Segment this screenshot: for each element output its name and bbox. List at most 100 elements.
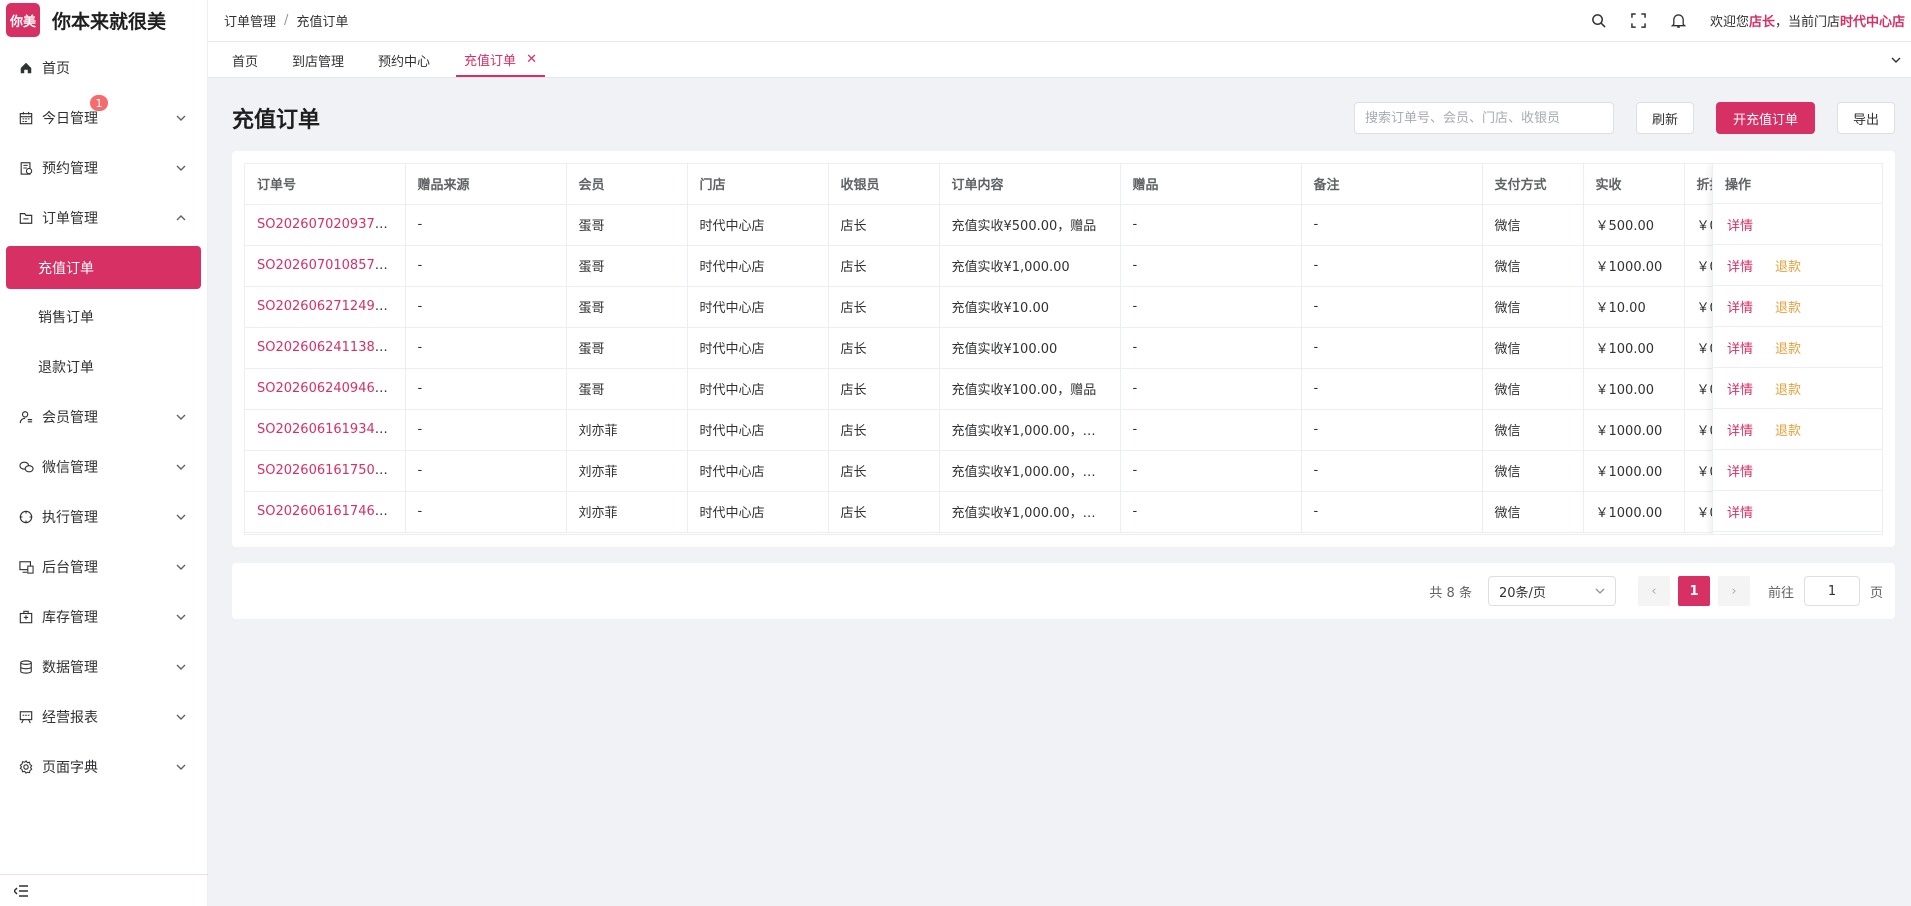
operation-cell: 详情 退款: [1713, 409, 1882, 450]
main-content: 充值订单 刷新 开充值订单 导出 订单号赠品来源会员门店收银员订单内容赠品备注支…: [208, 79, 1911, 906]
detail-link[interactable]: 详情: [1727, 461, 1753, 480]
cell-order: SO2026070209371362: [245, 204, 406, 246]
cell-gift_src: -: [405, 204, 567, 246]
detail-link[interactable]: 详情: [1727, 256, 1753, 275]
detail-link[interactable]: 详情: [1727, 297, 1753, 316]
order-number-link[interactable]: SO2026061619342078: [257, 422, 404, 437]
tabs-dropdown-button[interactable]: [1881, 43, 1911, 77]
detail-link[interactable]: 详情: [1727, 338, 1753, 357]
detail-link[interactable]: 详情: [1727, 420, 1753, 439]
breadcrumb-parent[interactable]: 订单管理: [224, 11, 276, 30]
create-recharge-order-button[interactable]: 开充值订单: [1715, 102, 1815, 134]
cell-store: 时代中心店: [687, 327, 829, 369]
goto-page-input[interactable]: [1803, 576, 1860, 606]
order-number-link[interactable]: SO2026062411384717: [257, 340, 404, 355]
sidebar-item-5[interactable]: 微信管理: [0, 442, 207, 492]
tab-2[interactable]: 预约中心: [370, 43, 438, 77]
cell-gift: -: [1120, 245, 1302, 287]
tab-3[interactable]: 充值订单 ✕: [456, 43, 545, 77]
chat-icon: [18, 459, 34, 475]
column-header-0: 订单号: [245, 164, 406, 205]
order-number-link[interactable]: SO2026062712492590: [257, 299, 404, 314]
goto-suffix: 页: [1869, 585, 1883, 601]
orders-table-card: 订单号 赠品来源 会员 门店 收银员 订单内容 赠品 备注 支付方式 实收 折扣 SO2026070…: [232, 151, 1895, 547]
sidebar-item-10[interactable]: 经营报表: [0, 692, 207, 742]
refresh-button[interactable]: 刷新: [1635, 102, 1694, 134]
sidebar-item-7[interactable]: 后台管理: [0, 542, 207, 592]
cell-cashier: 店长: [828, 491, 940, 533]
detail-link[interactable]: 详情: [1727, 379, 1753, 398]
search-icon[interactable]: [1590, 12, 1608, 30]
cell-note: -: [1301, 368, 1483, 410]
sidebar-item-9[interactable]: 数据管理: [0, 642, 207, 692]
order-number-link[interactable]: SO2026061617500494: [257, 463, 404, 478]
page-number-current[interactable]: 1: [1677, 576, 1710, 606]
column-header-4: 收银员: [828, 164, 940, 205]
sidebar-item-1[interactable]: 今日管理 1: [0, 93, 207, 143]
close-tab-icon[interactable]: ✕: [526, 52, 537, 67]
export-button[interactable]: 导出: [1836, 102, 1895, 134]
brand: 你美 你本来就很美: [0, 0, 207, 40]
sidebar-item-8[interactable]: 库存管理: [0, 592, 207, 642]
bell-icon[interactable]: [1670, 12, 1688, 30]
search-input[interactable]: [1353, 102, 1614, 134]
top-header: 订单管理 / 充值订单 欢迎您店长，当前门店时代中心店: [208, 0, 1911, 42]
order-number-link[interactable]: SO2026070108570561: [257, 258, 404, 273]
refund-link[interactable]: 退款: [1775, 297, 1801, 316]
sidebar-item-0[interactable]: 首页: [0, 43, 207, 93]
order-number-link[interactable]: SO2026070209371362: [257, 217, 404, 232]
tab-1[interactable]: 到店管理: [284, 43, 352, 77]
sidebar-subitem-1[interactable]: 销售订单: [0, 292, 207, 342]
sidebar-subitem-0[interactable]: 充值订单: [6, 246, 201, 289]
order-number-link[interactable]: SO2026061617465356: [257, 504, 404, 519]
cell-content: 充值实收¥10.00: [939, 286, 1121, 328]
sidebar-item-2[interactable]: 预约管理: [0, 143, 207, 193]
cell-note: -: [1301, 245, 1483, 287]
chevron-down-icon: [1595, 588, 1605, 594]
tab-0[interactable]: 首页: [224, 43, 266, 77]
cell-order: SO2026062712492590: [245, 286, 406, 328]
refund-link[interactable]: 退款: [1775, 420, 1801, 439]
detail-link[interactable]: 详情: [1727, 215, 1753, 234]
next-page-button[interactable]: ›: [1717, 576, 1750, 606]
page-size-value: 20条/页: [1498, 585, 1546, 601]
brand-name: 你本来就很美: [52, 10, 167, 33]
cell-paid: ￥1000.00: [1583, 409, 1685, 451]
clipboard-icon: [18, 160, 34, 176]
database-icon: [18, 659, 34, 675]
compass-icon: [18, 509, 34, 525]
orders-table: 订单号 赠品来源 会员 门店 收银员 订单内容 赠品 备注 支付方式 实收 折扣 SO2026070…: [244, 163, 1883, 535]
cell-content: 充值实收¥1,000.00，赠品: [939, 450, 1121, 492]
notification-badge: 1: [90, 95, 108, 111]
cell-note: -: [1301, 204, 1483, 246]
chevron-down-icon: [175, 711, 187, 723]
collapse-sidebar-button[interactable]: [0, 874, 208, 906]
cell-gift_src: -: [405, 245, 567, 287]
cell-member: 刘亦菲: [566, 409, 688, 451]
page-size-select[interactable]: 20条/页: [1487, 576, 1616, 606]
cell-cashier: 店长: [828, 327, 940, 369]
operation-cell: 详情 退款: [1713, 245, 1882, 286]
sidebar-subitem-2[interactable]: 退款订单: [0, 342, 207, 392]
cell-note: -: [1301, 450, 1483, 492]
operation-cell: 详情: [1713, 491, 1882, 532]
sidebar-item-3[interactable]: 订单管理: [0, 193, 207, 243]
refund-link[interactable]: 退款: [1775, 379, 1801, 398]
sidebar-item-6[interactable]: 执行管理: [0, 492, 207, 542]
cell-gift_src: -: [405, 286, 567, 328]
refund-link[interactable]: 退款: [1775, 338, 1801, 357]
cell-member: 蛋哥: [566, 286, 688, 328]
user-icon: [18, 409, 34, 425]
detail-link[interactable]: 详情: [1727, 502, 1753, 521]
fullscreen-icon[interactable]: [1630, 12, 1648, 30]
sidebar-item-11[interactable]: 页面字典: [0, 742, 207, 792]
sidebar-item-4[interactable]: 会员管理: [0, 392, 207, 442]
chevron-down-icon: [175, 561, 187, 573]
tab-label: 到店管理: [292, 54, 345, 70]
prev-page-button[interactable]: ‹: [1637, 576, 1670, 606]
refund-link[interactable]: 退款: [1775, 256, 1801, 275]
column-header-8: 支付方式: [1482, 164, 1584, 205]
store-prefix: ，当前门店: [1774, 15, 1840, 30]
order-number-link[interactable]: SO2026062409463542: [257, 381, 404, 396]
tab-bar: 首页 到店管理 预约中心 充值订单 ✕: [208, 42, 1911, 78]
